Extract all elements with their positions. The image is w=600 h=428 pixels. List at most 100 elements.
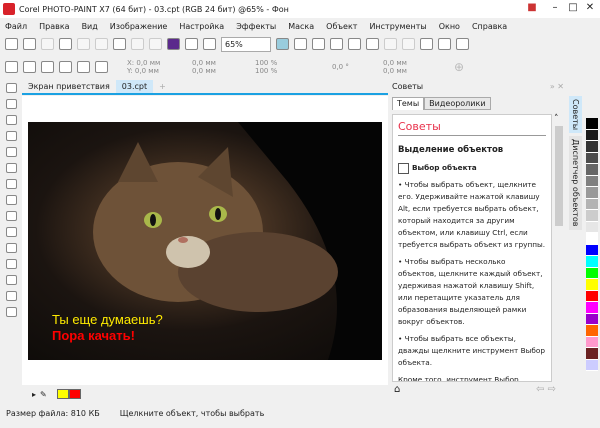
palette-swatch[interactable]	[586, 290, 598, 302]
close-button[interactable]: ✕	[580, 2, 600, 16]
vtab-object-manager[interactable]: Диспетчер объектов	[569, 136, 582, 230]
menu-edit[interactable]: Правка	[39, 22, 69, 31]
width-field[interactable]: 0,0 мм	[192, 59, 244, 67]
menu-view[interactable]: Вид	[82, 22, 98, 31]
menu-file[interactable]: Файл	[5, 22, 27, 31]
tab-videos[interactable]: Видеоролики	[424, 97, 491, 110]
clone-icon[interactable]	[5, 195, 17, 205]
y-position-field[interactable]: Y: 0,0 мм	[127, 67, 179, 75]
eraser-icon[interactable]	[5, 291, 17, 301]
menu-object[interactable]: Объект	[326, 22, 357, 31]
palette-swatch[interactable]	[586, 336, 598, 348]
paint-icon[interactable]	[5, 243, 17, 253]
options-icon[interactable]	[420, 38, 433, 50]
show-objects-icon[interactable]	[348, 38, 361, 50]
import-icon[interactable]	[185, 38, 198, 50]
palette-swatch[interactable]	[586, 118, 598, 130]
open-icon[interactable]	[23, 38, 36, 50]
palette-swatch[interactable]	[586, 244, 598, 256]
expand-arrow-icon[interactable]: ▸	[32, 390, 36, 399]
snap-icon[interactable]	[330, 38, 343, 50]
undo-icon[interactable]	[131, 38, 144, 50]
fill-color-swatch[interactable]	[56, 389, 69, 399]
menu-mask[interactable]: Маска	[288, 22, 314, 31]
eyedropper-icon[interactable]	[5, 163, 17, 173]
palette-swatch[interactable]	[586, 221, 598, 233]
rulers-icon[interactable]	[294, 38, 307, 50]
mask-tool-icon[interactable]	[5, 99, 17, 109]
palette-swatch[interactable]	[586, 325, 598, 337]
menu-effects[interactable]: Эффекты	[236, 22, 276, 31]
rectangle-mask-icon[interactable]	[5, 115, 17, 125]
menu-window[interactable]: Окно	[439, 22, 460, 31]
menu-help[interactable]: Справка	[472, 22, 507, 31]
center-x-field[interactable]: 0,0 мм	[383, 59, 435, 67]
palette-swatch[interactable]	[586, 210, 598, 222]
new-icon[interactable]	[5, 38, 18, 50]
move-icon[interactable]	[5, 61, 18, 73]
effect-tool-icon[interactable]	[5, 211, 17, 221]
copy-icon[interactable]	[95, 38, 108, 50]
palette-swatch[interactable]	[586, 348, 598, 360]
scale-icon[interactable]	[41, 61, 54, 73]
redo-icon[interactable]	[149, 38, 162, 50]
palette-swatch[interactable]	[586, 256, 598, 268]
shape-icon[interactable]	[5, 275, 17, 285]
palette-swatch[interactable]	[586, 267, 598, 279]
outline-color-swatch[interactable]	[68, 389, 81, 399]
zoom-tool-icon[interactable]	[5, 147, 17, 157]
palette-swatch[interactable]	[586, 152, 598, 164]
perspective-icon[interactable]	[95, 61, 108, 73]
pick-tool-icon[interactable]	[5, 83, 17, 93]
palette-swatch[interactable]	[586, 187, 598, 199]
fill-icon[interactable]	[5, 259, 17, 269]
angle-field[interactable]: 0,0 °	[332, 63, 372, 71]
text-tool-icon[interactable]	[5, 227, 17, 237]
add-icon[interactable]: ⊕	[454, 60, 464, 74]
home-icon[interactable]: ⌂	[394, 384, 400, 395]
minimize-button[interactable]: –	[545, 2, 565, 16]
scale-x-field[interactable]: 100 %	[255, 59, 307, 67]
mask-marquee-icon[interactable]	[366, 38, 379, 50]
scale-y-field[interactable]: 100 %	[255, 67, 307, 75]
palette-swatch[interactable]	[586, 302, 598, 314]
eyedropper-small-icon[interactable]: ✎	[40, 390, 47, 399]
tab-welcome[interactable]: Экран приветствия	[22, 80, 116, 93]
zoom-select[interactable]: 65%	[221, 36, 271, 52]
skew-icon[interactable]	[59, 61, 72, 73]
redeye-icon[interactable]	[5, 179, 17, 189]
palette-swatch[interactable]	[586, 198, 598, 210]
print-icon[interactable]	[59, 38, 72, 50]
palette-swatch[interactable]	[586, 129, 598, 141]
distort-icon[interactable]	[77, 61, 90, 73]
rotate-icon[interactable]	[23, 61, 36, 73]
hints-scrollbar[interactable]: ˄	[554, 114, 564, 382]
palette-swatch[interactable]	[586, 175, 598, 187]
palette-swatch[interactable]	[586, 164, 598, 176]
save-icon[interactable]	[41, 38, 54, 50]
crop-tool-icon[interactable]	[5, 131, 17, 141]
launcher-icon[interactable]	[167, 38, 180, 50]
height-field[interactable]: 0,0 мм	[192, 67, 244, 75]
x-position-field[interactable]: X: 0,0 мм	[127, 59, 179, 67]
export-icon[interactable]	[203, 38, 216, 50]
tab-topics[interactable]: Темы	[392, 97, 425, 110]
cat-photo[interactable]: Ты еще думаешь? Пора качать!	[28, 122, 382, 360]
back-forward-icon[interactable]: ⇦ ⇨	[536, 384, 556, 395]
palette-swatch[interactable]	[586, 359, 598, 371]
guidelines-icon[interactable]	[312, 38, 325, 50]
checklist-icon[interactable]	[438, 38, 451, 50]
palette-swatch[interactable]	[586, 279, 598, 291]
vtab-hints[interactable]: Советы	[569, 96, 582, 134]
palette-swatch[interactable]	[586, 233, 598, 245]
paste-icon[interactable]	[113, 38, 126, 50]
palette-swatch[interactable]	[586, 141, 598, 153]
mask-overlay-icon[interactable]	[402, 38, 415, 50]
new-tab-icon[interactable]: +	[153, 80, 172, 93]
overlay-icon[interactable]	[384, 38, 397, 50]
cut-icon[interactable]	[77, 38, 90, 50]
transparency-icon[interactable]	[5, 307, 17, 317]
menu-adjust[interactable]: Настройка	[179, 22, 224, 31]
menu-tools[interactable]: Инструменты	[369, 22, 426, 31]
user-icon[interactable]: ■	[522, 2, 542, 16]
